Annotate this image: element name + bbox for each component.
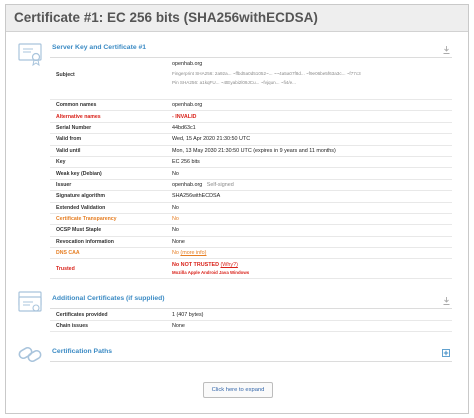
row-value: No (172, 170, 179, 177)
subject-pin: Pin SHA256: a1kqFU... ~4tEyabi2l09JCu...… (172, 80, 296, 85)
row-value: openhab.org (172, 102, 203, 109)
additional-certificates-table: Certificates provided 1 (407 bytes) Chai… (50, 309, 452, 333)
row-weak-key: Weak key (Debian) No (50, 168, 452, 180)
row-label: Extended Validation (56, 204, 106, 211)
server-key-heading: Server Key and Certificate #1 (52, 44, 147, 51)
download-icon[interactable] (443, 297, 450, 306)
row-label: Subject (56, 72, 75, 78)
row-value: SHA256withECDSA (172, 193, 221, 200)
row-certificates-provided: Certificates provided 1 (407 bytes) (50, 309, 452, 321)
chain-link-icon (18, 347, 42, 363)
row-label: Common names (56, 102, 97, 109)
more-info-link[interactable]: (more info) (180, 250, 206, 256)
row-value: - INVALID (172, 113, 197, 120)
row-certificate-transparency: Certificate Transparency No (50, 214, 452, 226)
row-value: No (172, 204, 179, 211)
row-value: openhab.org Fingerprint SHA256: 2a92a...… (172, 58, 452, 89)
title-bar: Certificate #1: EC 256 bits (SHA256withE… (6, 5, 468, 32)
row-value: No (more info) (172, 248, 452, 258)
row-dns-caa: DNS CAA No (more info) (50, 248, 452, 260)
row-label: Weak key (Debian) (56, 170, 102, 177)
row-ocsp-must-staple: OCSP Must Staple No (50, 225, 452, 237)
additional-certificates-heading: Additional Certificates (if supplied) (52, 295, 165, 303)
row-value: No (172, 216, 179, 223)
row-extended-validation: Extended Validation No (50, 203, 452, 214)
row-value: No NOT TRUSTED (Why?) Mozilla Apple Andr… (172, 260, 452, 277)
row-value: openhab.org Self-signed (172, 180, 452, 190)
certification-paths-header: Certification Paths (50, 346, 452, 363)
row-value: None (172, 323, 185, 330)
dns-caa-value: No (172, 250, 179, 257)
row-valid-until: Valid until Mon, 13 May 2030 21:30:50 UT… (50, 146, 452, 157)
row-label: Serial Number (56, 124, 92, 131)
why-link[interactable]: (Why?) (221, 262, 238, 268)
row-label: Chain issues (56, 323, 89, 330)
server-key-header: Server Key and Certificate #1 (50, 42, 452, 58)
certificate-icon (18, 43, 42, 67)
row-chain-issues: Chain issues None (50, 321, 452, 333)
subject-fingerprint: Fingerprint SHA256: 2a92a... ~ffbd5a0d51… (172, 71, 361, 76)
certificates-stack-icon (18, 291, 42, 313)
page-title: Certificate #1: EC 256 bits (SHA256withE… (14, 10, 318, 25)
row-value: EC 256 bits (172, 159, 200, 166)
row-signature-algorithm: Signature algorithm SHA256withECDSA (50, 191, 452, 203)
row-valid-from: Valid from Wed, 15 Apr 2020 21:30:50 UTC (50, 134, 452, 146)
certification-paths-heading: Certification Paths (52, 348, 113, 356)
download-icon[interactable] (443, 46, 450, 54)
row-common-names: Common names openhab.org (50, 100, 452, 112)
issuer-name: openhab.org (172, 181, 203, 188)
row-alternative-names: Alternative names - INVALID (50, 111, 452, 123)
row-issuer: Issuer openhab.org Self-signed (50, 180, 452, 192)
subject-name: openhab.org (172, 61, 203, 67)
row-label: Trusted (56, 265, 75, 272)
row-label: Key (56, 159, 66, 166)
row-value: 1 (407 bytes) (172, 311, 204, 318)
row-serial-number: Serial Number 44bd63c1 (50, 123, 452, 135)
row-label: Revocation information (56, 238, 114, 245)
trust-stores: Mozilla Apple Android Java Windows (172, 270, 250, 276)
row-label: Valid from (56, 136, 82, 143)
trusted-value: No NOT TRUSTED (172, 262, 220, 269)
row-label: OCSP Must Staple (56, 227, 102, 234)
row-key: Key EC 256 bits (50, 157, 452, 169)
server-key-table: Subject openhab.org Fingerprint SHA256: … (50, 58, 452, 280)
row-label: Certificate Transparency (56, 216, 117, 223)
expand-plus-icon[interactable] (442, 349, 450, 358)
certification-paths-section: Certification Paths (6, 346, 468, 363)
row-value: None (172, 238, 185, 245)
row-subject: Subject openhab.org Fingerprint SHA256: … (50, 58, 452, 100)
row-revocation-information: Revocation information None (50, 237, 452, 249)
row-label: Certificates provided (56, 311, 108, 318)
additional-certificates-header: Additional Certificates (if supplied) (50, 293, 452, 310)
row-label: Valid until (56, 147, 81, 154)
row-value: 44bd63c1 (172, 124, 196, 131)
certificate-panel: Certificate #1: EC 256 bits (SHA256withE… (5, 4, 469, 414)
row-label: Signature algorithm (56, 193, 105, 200)
expand-button[interactable]: Click here to expand (203, 382, 273, 398)
server-key-section: Server Key and Certificate #1 Subject op… (6, 42, 468, 280)
row-label: DNS CAA (56, 250, 80, 257)
row-value: No (172, 227, 179, 234)
additional-certificates-section: Additional Certificates (if supplied) Ce… (6, 291, 468, 333)
row-label: Alternative names (56, 113, 101, 120)
row-value: Wed, 15 Apr 2020 21:30:50 UTC (172, 136, 251, 143)
row-value: Mon, 13 May 2030 21:30:50 UTC (expires i… (172, 147, 336, 154)
row-trusted: Trusted No NOT TRUSTED (Why?) Mozilla Ap… (50, 259, 452, 280)
row-label: Issuer (56, 181, 72, 188)
issuer-note: Self-signed (206, 181, 234, 188)
